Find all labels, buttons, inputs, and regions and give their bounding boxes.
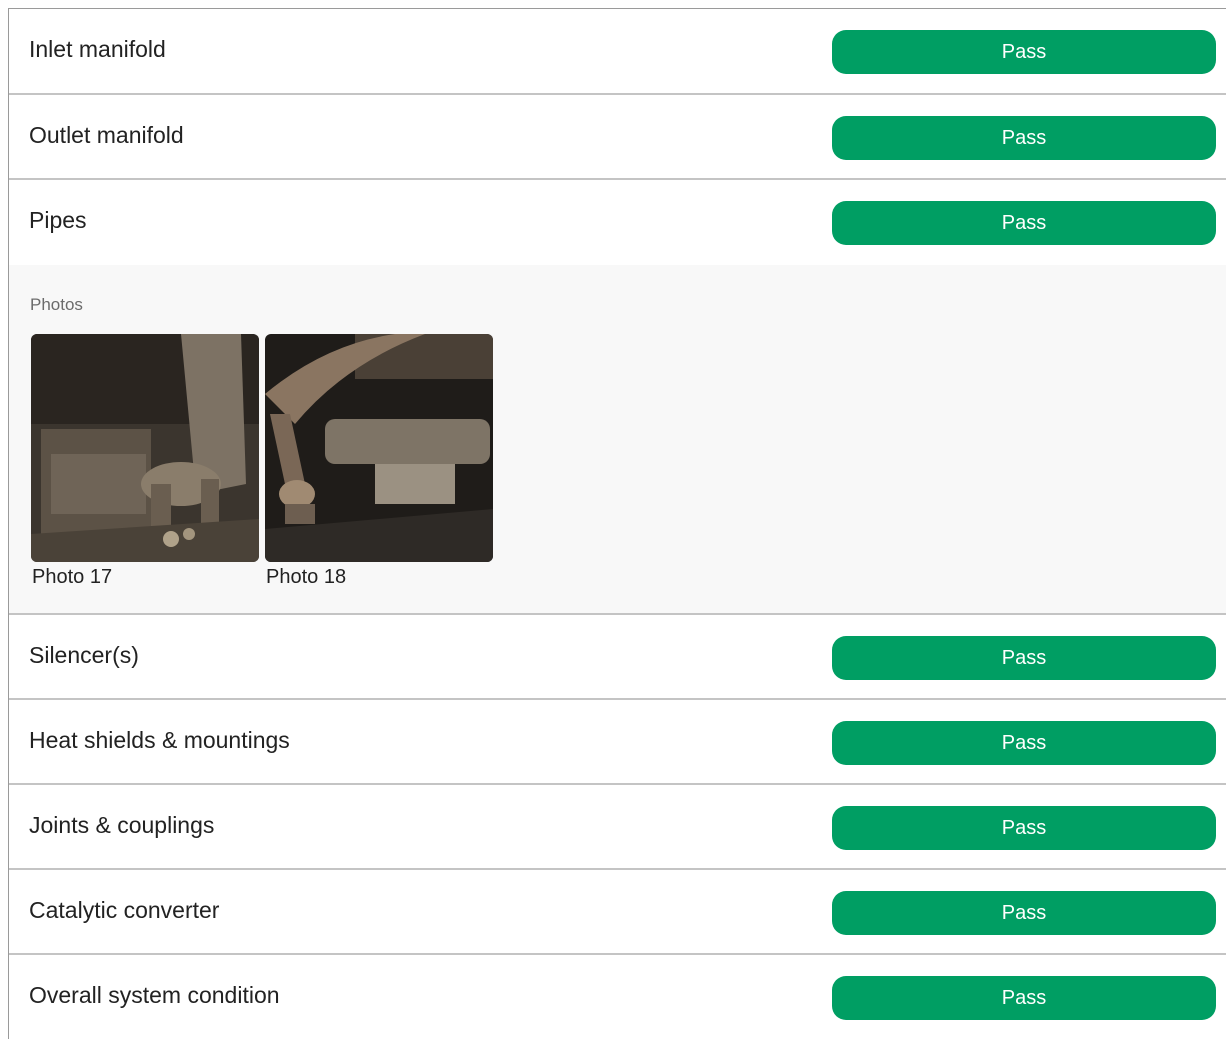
pass-button[interactable]: Pass <box>832 116 1216 160</box>
item-label: Catalytic converter <box>29 897 220 923</box>
photo-card[interactable]: Photo 18 <box>265 334 493 589</box>
photo-thumbnail[interactable] <box>265 334 493 562</box>
pass-button[interactable]: Pass <box>832 806 1216 850</box>
checklist-row-catalytic-converter: Catalytic converter Pass <box>9 870 1226 955</box>
photo-thumbnail[interactable] <box>31 334 259 562</box>
pass-button[interactable]: Pass <box>832 976 1216 1020</box>
checklist-row-overall-condition: Overall system condition Pass <box>9 955 1226 1039</box>
inspection-checklist: Inlet manifold Pass Outlet manifold Pass… <box>8 8 1226 1039</box>
pass-button[interactable]: Pass <box>832 891 1216 935</box>
item-label: Silencer(s) <box>29 642 139 668</box>
item-label: Joints & couplings <box>29 812 215 838</box>
photo-caption: Photo 18 <box>266 566 347 588</box>
checklist-row-outlet-manifold: Outlet manifold Pass <box>9 95 1226 180</box>
photos-title: Photos <box>30 295 83 314</box>
checklist-row-heat-shields: Heat shields & mountings Pass <box>9 700 1226 785</box>
item-label: Heat shields & mountings <box>29 727 290 753</box>
item-label: Pipes <box>29 207 87 233</box>
photo-card[interactable]: Photo 17 <box>31 334 259 589</box>
checklist-row-silencers: Silencer(s) Pass <box>9 615 1226 700</box>
pass-button[interactable]: Pass <box>832 721 1216 765</box>
pass-button[interactable]: Pass <box>832 636 1216 680</box>
photo-caption: Photo 17 <box>32 566 113 588</box>
pass-button[interactable]: Pass <box>832 201 1216 245</box>
item-label: Overall system condition <box>29 982 280 1008</box>
item-label: Inlet manifold <box>29 36 166 62</box>
pass-button[interactable]: Pass <box>832 30 1216 74</box>
checklist-row-joints-couplings: Joints & couplings Pass <box>9 785 1226 870</box>
item-label: Outlet manifold <box>29 122 184 148</box>
photos-section: Photos Photo 17 Photo 18 <box>9 265 1226 615</box>
checklist-row-inlet-manifold: Inlet manifold Pass <box>9 9 1226 95</box>
